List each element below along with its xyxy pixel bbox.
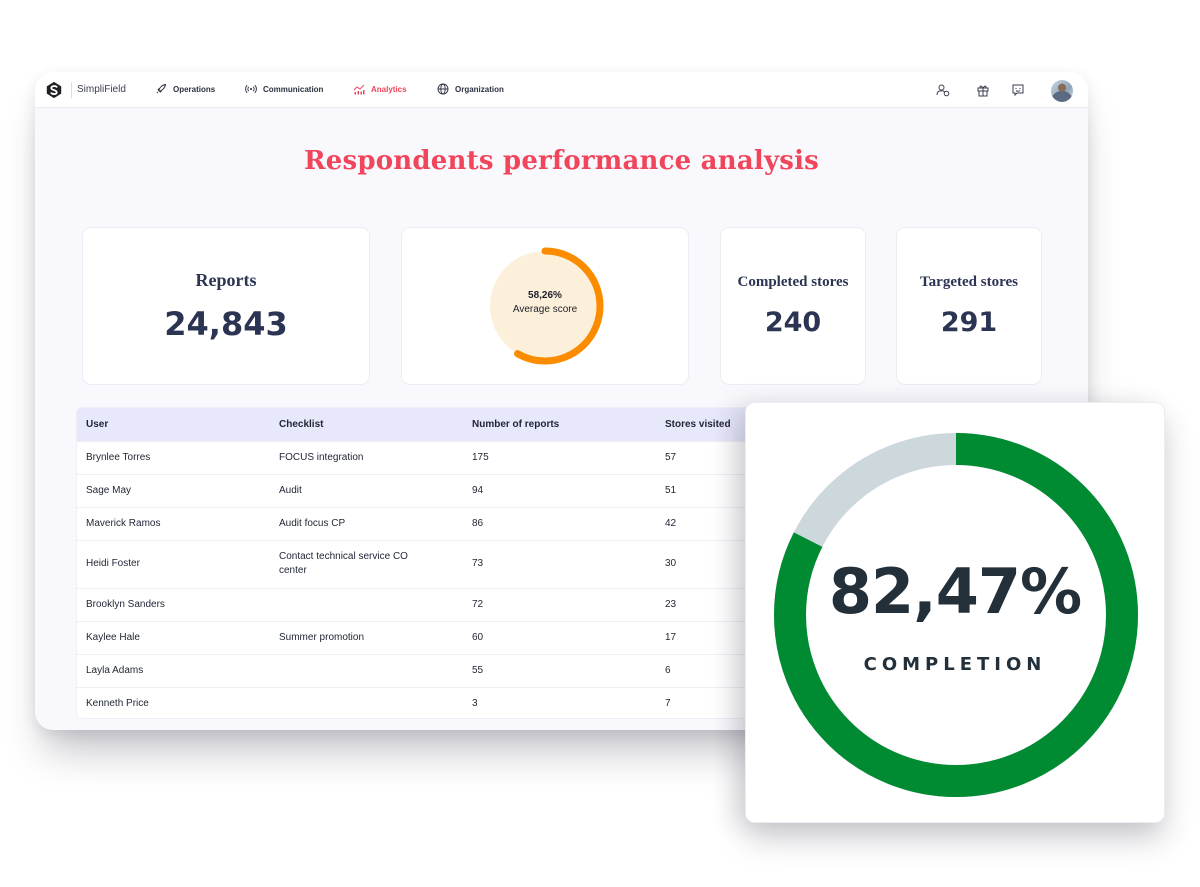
column-header-user[interactable]: User xyxy=(77,408,270,441)
cell-user: Maverick Ramos xyxy=(77,506,270,540)
user-settings-button[interactable] xyxy=(936,83,950,97)
nav-item-organization[interactable]: Organization xyxy=(437,83,504,95)
logo-divider xyxy=(71,82,72,98)
reports-label: Reports xyxy=(195,269,257,290)
completion-card: 82,47% COMPLETION xyxy=(745,402,1165,823)
cell-reports: 73 xyxy=(463,539,656,588)
brand-name: SimpliField xyxy=(77,84,126,95)
nav-item-communication[interactable]: Communication xyxy=(245,83,323,95)
cell-reports: 72 xyxy=(463,587,656,621)
nav-item-operations[interactable]: Operations xyxy=(155,83,215,95)
nav-label: Organization xyxy=(455,84,504,94)
avatar[interactable] xyxy=(1051,80,1073,102)
column-header-checklist[interactable]: Checklist xyxy=(270,408,463,441)
cell-user: Sage May xyxy=(77,473,270,507)
cell-checklist: Summer promotion xyxy=(270,620,463,654)
average-score-value: 58,26% xyxy=(528,290,562,301)
cell-reports: 3 xyxy=(463,686,656,718)
chat-icon xyxy=(1012,84,1024,97)
cell-reports: 86 xyxy=(463,506,656,540)
cell-user: Layla Adams xyxy=(77,653,270,687)
targeted-stores-value: 291 xyxy=(940,307,998,338)
column-header-number-of-reports[interactable]: Number of reports xyxy=(463,408,656,441)
globe-icon xyxy=(437,83,449,95)
gift-button[interactable] xyxy=(976,83,990,97)
cell-reports: 175 xyxy=(463,440,656,474)
completed-stores-label: Completed stores xyxy=(737,274,849,290)
reports-value: 24,843 xyxy=(164,304,288,343)
user-settings-icon xyxy=(936,84,950,97)
nav-label: Analytics xyxy=(371,84,407,94)
completed-stores-value: 240 xyxy=(764,307,822,338)
completion-label: COMPLETION xyxy=(863,654,1047,675)
broadcast-icon xyxy=(245,84,257,94)
reports-card: Reports 24,843 xyxy=(82,227,370,385)
cell-reports: 94 xyxy=(463,473,656,507)
simplifield-logo-icon[interactable] xyxy=(45,81,63,99)
cell-checklist: Audit focus CP xyxy=(270,506,463,540)
rocket-icon xyxy=(156,83,167,94)
chart-icon xyxy=(353,84,365,95)
page-title: Respondents performance analysis xyxy=(304,146,819,176)
gift-icon xyxy=(977,85,989,97)
cell-checklist: Audit xyxy=(270,473,463,507)
completion-value: 82,47% xyxy=(828,555,1082,628)
nav-label: Communication xyxy=(263,84,324,94)
cell-checklist: Contact technical service CO center xyxy=(270,539,463,588)
cell-user: Brooklyn Sanders xyxy=(77,587,270,621)
average-score-label: Average score xyxy=(512,304,578,315)
nav-item-analytics[interactable]: Analytics xyxy=(353,83,407,95)
cell-user: Kenneth Price xyxy=(77,686,270,718)
cell-checklist xyxy=(270,686,463,718)
targeted-stores-label: Targeted stores xyxy=(920,274,1018,290)
average-score-card: 58,26% Average score xyxy=(401,227,689,385)
chat-button[interactable] xyxy=(1011,83,1025,97)
cell-reports: 55 xyxy=(463,653,656,687)
cell-user: Kaylee Hale xyxy=(77,620,270,654)
cell-checklist: FOCUS integration xyxy=(270,440,463,474)
targeted-stores-card: Targeted stores 291 xyxy=(896,227,1042,385)
cell-user: Brynlee Torres xyxy=(77,440,270,474)
completed-stores-card: Completed stores 240 xyxy=(720,227,866,385)
cell-checklist xyxy=(270,587,463,621)
cell-checklist xyxy=(270,653,463,687)
top-navbar: SimpliField Operations Communication Ana… xyxy=(35,72,1088,108)
cell-user: Heidi Foster xyxy=(77,539,270,588)
cell-reports: 60 xyxy=(463,620,656,654)
nav-label: Operations xyxy=(173,84,216,94)
average-score-gauge: 58,26% Average score xyxy=(484,245,606,367)
